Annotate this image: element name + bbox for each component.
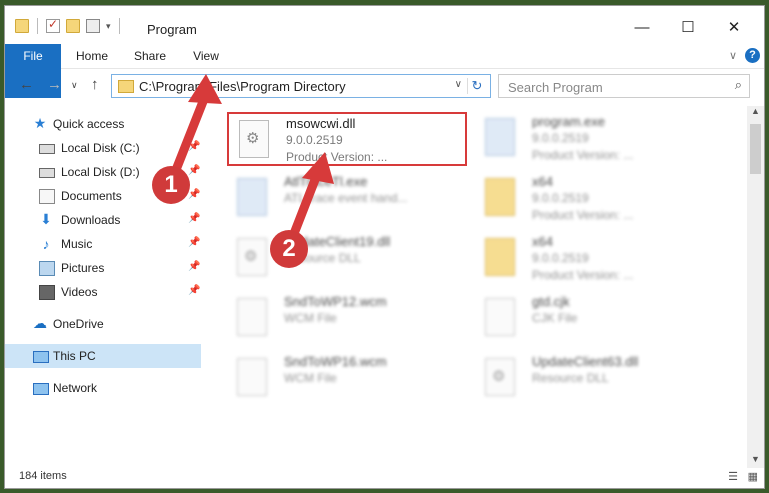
annotation-badge-2: 2	[270, 230, 308, 268]
arrow-1-head	[188, 74, 222, 104]
annotation-badge-1: 1	[152, 166, 190, 204]
arrow-2-head	[302, 152, 334, 184]
annotation-arrows	[167, 74, 334, 249]
